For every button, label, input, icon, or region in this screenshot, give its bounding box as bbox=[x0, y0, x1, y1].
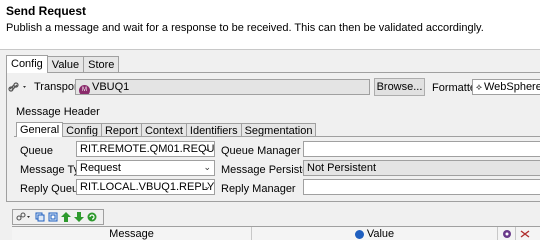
chevron-down-icon: ⌄ bbox=[203, 143, 211, 153]
tab-general[interactable]: General bbox=[16, 122, 64, 137]
transport-value: VBUQ1 bbox=[92, 81, 130, 93]
column-value-label: Value bbox=[366, 228, 395, 240]
tab-config-sub[interactable]: Config bbox=[62, 123, 102, 137]
message-toolbar bbox=[12, 209, 104, 225]
column-message[interactable]: Message bbox=[12, 227, 252, 240]
transport-field[interactable]: M VBUQ1 bbox=[75, 79, 370, 95]
mq-icon: M bbox=[79, 85, 90, 94]
move-up-icon[interactable] bbox=[61, 212, 71, 222]
copy-icon[interactable] bbox=[35, 212, 45, 222]
tab-config[interactable]: Config bbox=[6, 55, 48, 73]
page-title: Send Request bbox=[6, 4, 87, 18]
page-description: Publish a message and wait for a respons… bbox=[6, 22, 484, 34]
chevron-down-icon: ⌄ bbox=[203, 162, 211, 172]
top-tabs: Config Value Store bbox=[6, 55, 120, 73]
queue-manager-field[interactable] bbox=[303, 141, 540, 157]
tab-context[interactable]: Context bbox=[140, 123, 187, 137]
transport-label: Transport bbox=[34, 81, 81, 93]
chevron-down-icon: ⌄ bbox=[203, 181, 211, 191]
reply-queue-select[interactable]: RIT.LOCAL.VBUQ1.REPLY ⌄ bbox=[76, 179, 215, 195]
value-column-icon bbox=[354, 229, 364, 239]
settings-column-icon[interactable] bbox=[498, 227, 516, 240]
queue-manager-label: Queue Manager bbox=[221, 145, 301, 157]
column-value[interactable]: Value bbox=[252, 227, 498, 240]
queue-label: Queue bbox=[20, 145, 54, 157]
message-persistence-field[interactable]: Not Persistent bbox=[303, 160, 540, 176]
formatter-icon: ⟡ bbox=[476, 82, 482, 92]
reply-manager-field[interactable] bbox=[303, 179, 540, 195]
move-down-icon[interactable] bbox=[74, 212, 84, 222]
link-dropdown-icon[interactable] bbox=[8, 79, 30, 95]
link-dropdown-icon[interactable] bbox=[16, 212, 32, 222]
message-type-select[interactable]: Request ⌄ bbox=[76, 160, 215, 176]
panel-header: Send Request Publish a message and wait … bbox=[0, 0, 540, 50]
queue-value: RIT.REMOTE.QM01.REQUEST bbox=[80, 143, 215, 155]
reply-queue-value: RIT.LOCAL.VBUQ1.REPLY bbox=[80, 181, 215, 193]
queue-select[interactable]: RIT.REMOTE.QM01.REQUEST ⌄ bbox=[76, 141, 215, 157]
tab-store[interactable]: Store bbox=[83, 56, 120, 73]
tab-segmentation[interactable]: Segmentation bbox=[240, 123, 317, 137]
transport-row: Transport bbox=[8, 79, 81, 95]
message-type-value: Request bbox=[80, 162, 121, 174]
browse-button[interactable]: Browse... bbox=[374, 78, 425, 96]
tab-value[interactable]: Value bbox=[46, 56, 85, 73]
message-table-header: Message Value bbox=[12, 226, 540, 240]
message-header-label: Message Header bbox=[16, 106, 100, 118]
column-end-icon[interactable] bbox=[516, 227, 534, 240]
paste-icon[interactable] bbox=[48, 212, 58, 222]
formatter-value: WebSphereMQ bbox=[483, 81, 540, 93]
reply-queue-label: Reply Queue bbox=[20, 183, 85, 195]
refresh-icon[interactable] bbox=[87, 212, 97, 222]
tab-report[interactable]: Report bbox=[100, 123, 142, 137]
message-header-tabs: General Config Report Context Identifier… bbox=[16, 122, 317, 137]
formatter-field[interactable]: ⟡WebSphereMQ bbox=[472, 79, 540, 95]
tab-identifiers[interactable]: Identifiers bbox=[185, 123, 242, 137]
reply-manager-label: Reply Manager bbox=[221, 183, 296, 195]
